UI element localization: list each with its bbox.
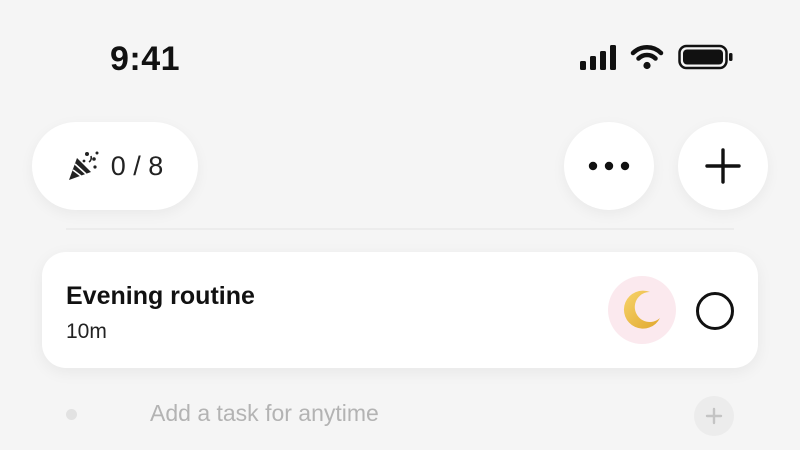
add-task-bullet (66, 409, 77, 420)
add-task-button[interactable] (694, 396, 734, 436)
ellipsis-icon (588, 161, 630, 171)
task-title: Evening routine (66, 282, 255, 310)
progress-count: 0 / 8 (110, 150, 164, 181)
progress-pill[interactable]: 0 / 8 (32, 122, 198, 210)
add-task-input[interactable]: Add a task for anytime (150, 400, 379, 427)
task-card[interactable]: Evening routine 10m (42, 252, 758, 368)
status-icons (580, 44, 734, 70)
wifi-icon (630, 45, 664, 70)
task-emoji-badge (608, 276, 676, 344)
task-duration: 10m (66, 320, 107, 343)
task-complete-checkbox[interactable] (696, 292, 734, 330)
status-time: 9:41 (110, 40, 181, 78)
plus-icon (705, 407, 723, 425)
plus-icon (705, 148, 741, 184)
party-popper-icon (68, 151, 99, 180)
add-button[interactable] (678, 122, 768, 210)
crescent-moon-icon (623, 290, 660, 329)
battery-icon (678, 44, 733, 70)
divider (66, 228, 734, 230)
cellular-signal-icon (580, 44, 616, 70)
more-options-button[interactable] (564, 122, 654, 210)
